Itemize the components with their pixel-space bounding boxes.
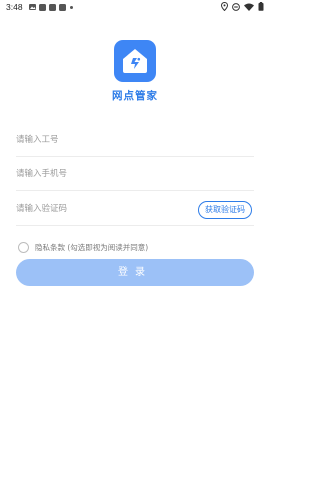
status-bar: 3:48	[0, 0, 270, 14]
employee-id-input[interactable]	[16, 132, 186, 148]
app-name: 网点管家	[112, 90, 158, 102]
verification-code-field: 获取验证码	[16, 193, 254, 226]
wifi-icon	[244, 3, 254, 11]
location-icon	[221, 2, 228, 11]
square-icon	[49, 3, 56, 11]
image-icon	[29, 4, 36, 10]
phone-input[interactable]	[16, 166, 186, 182]
privacy-agreement: 隐私条款 (勾选即视为阅读并同意)	[18, 240, 148, 254]
employee-id-field	[16, 124, 254, 157]
status-time: 3:48	[6, 2, 23, 12]
do-not-disturb-icon	[232, 2, 240, 11]
get-code-button[interactable]: 获取验证码	[198, 201, 252, 219]
battery-icon	[258, 2, 264, 11]
privacy-checkbox[interactable]	[18, 241, 29, 253]
login-button[interactable]: 登录	[16, 259, 254, 286]
dot-icon	[70, 5, 73, 9]
home-logo-icon	[123, 49, 147, 73]
privacy-terms-link[interactable]: 隐私条款 (勾选即视为阅读并同意)	[35, 242, 148, 253]
app-logo	[114, 40, 156, 82]
system-icons	[221, 2, 264, 11]
notification-icons	[29, 3, 73, 11]
square-icon	[59, 3, 66, 11]
square-icon	[39, 3, 46, 11]
verification-code-input[interactable]	[16, 201, 186, 217]
phone-field	[16, 158, 254, 191]
